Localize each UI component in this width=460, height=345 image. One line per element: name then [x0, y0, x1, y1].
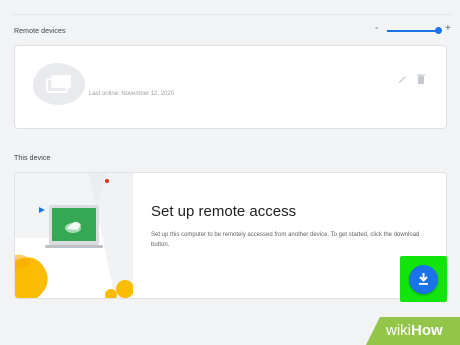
device-actions	[398, 71, 428, 84]
zoom-slider[interactable]: - +	[374, 23, 454, 37]
download-icon	[419, 273, 428, 285]
setup-illustration	[15, 173, 134, 298]
zoom-in-label[interactable]: +	[445, 24, 451, 34]
setup-title: Set up remote access	[151, 203, 297, 220]
remote-devices-heading: Remote devices	[14, 28, 66, 35]
zoom-knob[interactable]	[435, 27, 442, 34]
device-icon	[46, 75, 71, 93]
wikihow-wiki: wiki	[386, 322, 411, 339]
last-online-text: Last online: November 12, 2020	[89, 91, 175, 97]
delete-icon[interactable]	[417, 71, 425, 89]
setup-description: Set up this computer to be remotely acce…	[151, 232, 420, 248]
download-button[interactable]	[409, 265, 438, 294]
wikihow-logo: wikiHow	[386, 322, 443, 339]
edit-icon[interactable]	[398, 71, 407, 89]
zoom-out-label[interactable]: -	[375, 24, 378, 34]
wikihow-how: How	[411, 322, 443, 339]
download-highlight	[400, 256, 447, 302]
device-avatar	[33, 63, 85, 105]
remote-device-card[interactable]: Last online: November 12, 2020	[14, 45, 447, 129]
this-device-card: Set up remote access Set up this compute…	[14, 172, 447, 299]
zoom-track[interactable]	[387, 30, 441, 32]
wikihow-watermark: wikiHow	[366, 317, 460, 345]
remote-access-illustration	[15, 173, 134, 298]
top-divider	[12, 14, 452, 15]
this-device-heading: This device	[14, 155, 51, 162]
